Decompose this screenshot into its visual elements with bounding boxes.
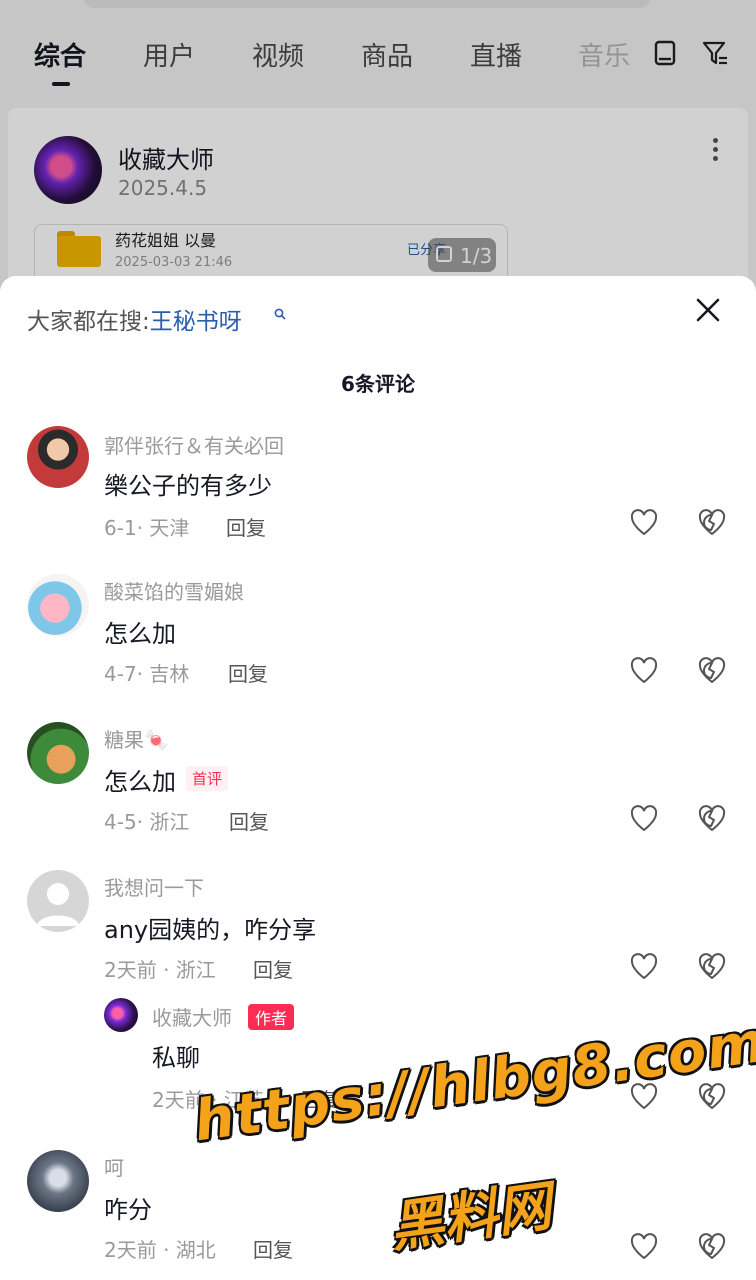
comment-text: 怎么加	[104, 620, 176, 648]
like-icon[interactable]	[629, 952, 659, 982]
trending-term[interactable]: 王秘书呀	[150, 309, 242, 335]
trending-search[interactable]: 大家都在搜:王秘书呀	[27, 302, 242, 336]
comment-meta: 6-1· 天津	[104, 516, 190, 540]
comment-text: 咋分	[104, 1196, 152, 1224]
reply-button[interactable]: 回复	[253, 954, 293, 983]
dim-overlay[interactable]	[0, 0, 756, 300]
dislike-icon[interactable]	[697, 656, 727, 686]
author-badge: 作者	[248, 1004, 295, 1030]
reply-button[interactable]: 回复	[228, 658, 268, 687]
comment-meta: 4-7· 吉林	[104, 662, 190, 686]
reply-button[interactable]: 回复	[253, 1234, 293, 1263]
comment-text: any园姨的，咋分享	[104, 916, 317, 944]
dislike-icon[interactable]	[697, 1232, 727, 1262]
avatar[interactable]	[27, 1150, 89, 1212]
comment-author[interactable]: 呵	[104, 1152, 124, 1181]
dislike-icon[interactable]	[697, 1082, 727, 1112]
reply-button[interactable]: 回复	[226, 512, 266, 541]
like-icon[interactable]	[629, 508, 659, 538]
avatar[interactable]	[27, 574, 89, 636]
comment-sheet: 大家都在搜:王秘书呀 6条评论 郭伴张行＆有关必回 樂公子的有多少 6-1· 天…	[0, 276, 756, 1280]
comment-meta: 4-5· 浙江	[104, 810, 190, 834]
comment-count-title: 6条评论	[341, 372, 415, 396]
first-comment-badge: 首评	[186, 766, 229, 791]
trending-prefix: 大家都在搜:	[27, 309, 150, 335]
comment-meta: 2天前 · 浙江	[104, 958, 216, 982]
like-icon[interactable]	[629, 656, 659, 686]
dislike-icon[interactable]	[697, 508, 727, 538]
close-icon[interactable]	[694, 296, 722, 324]
comment-text: 怎么加	[104, 768, 176, 796]
avatar[interactable]	[27, 870, 89, 932]
comment-author[interactable]: 郭伴张行＆有关必回	[104, 430, 284, 459]
background-page: 综合 用户 视频 商品 直播 音乐 收藏大师 2025.4.5 药花姐姐 以曼 …	[0, 0, 756, 308]
comment-author[interactable]: 酸菜馅的雪媚娘	[104, 576, 244, 605]
reply-button[interactable]: 回复	[229, 806, 269, 835]
avatar[interactable]	[27, 426, 89, 488]
like-icon[interactable]	[629, 804, 659, 834]
like-icon[interactable]	[629, 1232, 659, 1262]
dislike-icon[interactable]	[697, 804, 727, 834]
comment-author[interactable]: 收藏大师	[152, 1002, 232, 1031]
comment-meta: 2天前 · 湖北	[104, 1238, 216, 1262]
comment-text: 樂公子的有多少	[104, 472, 272, 500]
dislike-icon[interactable]	[697, 952, 727, 982]
search-icon	[274, 308, 286, 320]
comment-author[interactable]: 糖果🍬	[104, 724, 169, 753]
avatar[interactable]	[104, 998, 138, 1032]
avatar[interactable]	[27, 722, 89, 784]
comment-text: 私聊	[152, 1044, 200, 1072]
comment-author[interactable]: 我想问一下	[104, 872, 204, 901]
default-avatar-icon	[37, 883, 79, 926]
